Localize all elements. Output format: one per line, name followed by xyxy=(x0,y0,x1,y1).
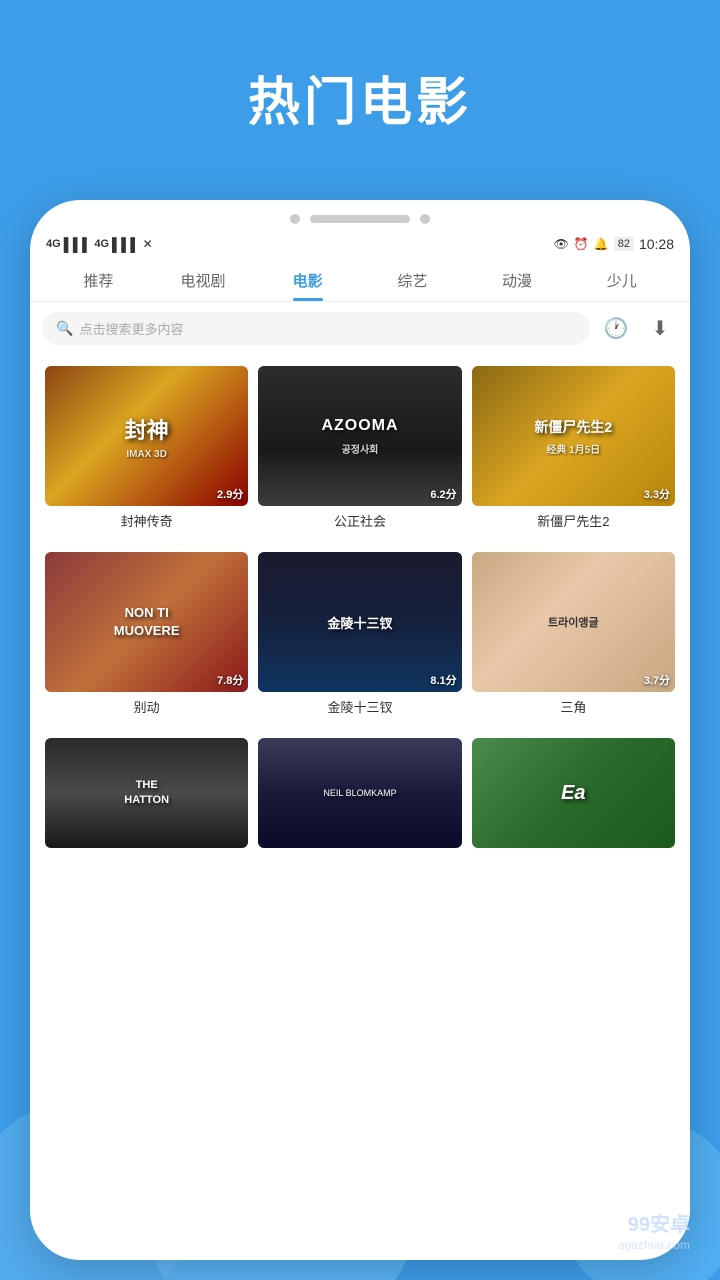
tab-kids[interactable]: 少儿 xyxy=(569,258,674,301)
poster-overlay-6: 트라이앵글 xyxy=(472,552,675,692)
history-button[interactable]: 🕐 xyxy=(598,310,634,346)
search-bar: 🔍 点击搜索更多内容 🕐 ⬇ xyxy=(30,302,690,354)
movie-poster-6: 트라이앵글 3.7分 xyxy=(472,552,675,692)
movie-grid-row3: THEHATTON NEIL BLOMKAMP Ea xyxy=(30,726,690,858)
signal-bars: ▌▌▌ xyxy=(64,237,92,252)
movie-poster-4: NON TIMUOVERE 7.8分 xyxy=(45,552,248,692)
movie-score-1: 2.9分 xyxy=(217,486,243,502)
movie-item-2[interactable]: AZOOMA 공정사회 6.2分 公正社会 xyxy=(253,362,466,540)
tab-movie[interactable]: 电影 xyxy=(255,258,360,301)
signal-text2: 4G xyxy=(94,238,109,250)
movie-poster-2: AZOOMA 공정사회 6.2分 xyxy=(258,366,461,506)
phone-dot-left xyxy=(290,214,300,224)
movie-title-4: 别动 xyxy=(45,697,248,716)
tab-tv[interactable]: 电视剧 xyxy=(151,258,256,301)
phone-dot-right xyxy=(420,214,430,224)
no-signal-icon: ✕ xyxy=(143,237,153,251)
movie-grid-row1: 封神 IMAX 3D 2.9分 封神传奇 AZOOMA 공정사회 6.2分 公正… xyxy=(30,354,690,540)
movie-title-1: 封神传奇 xyxy=(45,511,248,530)
poster-overlay-3: 新僵尸先生2 经典 1月5日 xyxy=(472,366,675,506)
poster-overlay-8: NEIL BLOMKAMP xyxy=(258,738,461,848)
poster-overlay-1: 封神 IMAX 3D xyxy=(45,366,248,506)
search-placeholder: 点击搜索更多内容 xyxy=(79,319,183,338)
tab-variety[interactable]: 综艺 xyxy=(360,258,465,301)
tabs: 推荐 电视剧 电影 综艺 动漫 少儿 xyxy=(30,258,690,302)
phone-speaker xyxy=(310,215,410,223)
status-right: 👁 ⏰ 🔔 82 10:28 xyxy=(554,236,674,252)
tab-recommend[interactable]: 推荐 xyxy=(46,258,151,301)
movie-title-2: 公正社会 xyxy=(258,511,461,530)
movie-score-4: 7.8分 xyxy=(217,672,243,688)
movie-item-5[interactable]: 金陵十三钗 8.1分 金陵十三钗 xyxy=(253,548,466,726)
movie-poster-1: 封神 IMAX 3D 2.9分 xyxy=(45,366,248,506)
tab-anime[interactable]: 动漫 xyxy=(465,258,570,301)
signal-bars2: ▌▌▌ xyxy=(112,237,140,252)
movie-poster-3: 新僵尸先生2 经典 1月5日 3.3分 xyxy=(472,366,675,506)
movie-poster-8: NEIL BLOMKAMP xyxy=(258,738,461,848)
movie-title-6: 三角 xyxy=(472,697,675,716)
movie-poster-7: THEHATTON xyxy=(45,738,248,848)
movie-grid-row2: NON TIMUOVERE 7.8分 别动 金陵十三钗 8.1分 金陵十三钗 xyxy=(30,540,690,726)
time-display: 10:28 xyxy=(639,236,674,252)
movie-item-4[interactable]: NON TIMUOVERE 7.8分 别动 xyxy=(40,548,253,726)
app-content: 推荐 电视剧 电影 综艺 动漫 少儿 🔍 点击搜索更多内容 🕐 ⬇ 封神 xyxy=(30,258,690,858)
mute-icon: 🔔 xyxy=(594,237,609,251)
movie-title-5: 金陵十三钗 xyxy=(258,697,461,716)
status-left: 4G ▌▌▌ 4G ▌▌▌ ✕ xyxy=(46,237,153,252)
movie-item-1[interactable]: 封神 IMAX 3D 2.9分 封神传奇 xyxy=(40,362,253,540)
eye-icon: 👁 xyxy=(554,237,569,251)
poster-overlay-5: 金陵十三钗 xyxy=(258,552,461,692)
movie-item-8[interactable]: NEIL BLOMKAMP xyxy=(253,734,466,858)
movie-item-3[interactable]: 新僵尸先生2 经典 1月5日 3.3分 新僵尸先生2 xyxy=(467,362,680,540)
status-bar: 4G ▌▌▌ 4G ▌▌▌ ✕ 👁 ⏰ 🔔 82 10:28 xyxy=(30,232,690,258)
phone-top-bar xyxy=(30,200,690,232)
movie-poster-9: Ea xyxy=(472,738,675,848)
movie-score-5: 8.1分 xyxy=(430,672,456,688)
alarm-icon: ⏰ xyxy=(574,237,589,251)
movie-item-7[interactable]: THEHATTON xyxy=(40,734,253,858)
search-icon: 🔍 xyxy=(56,320,73,337)
page-title: 热门电影 xyxy=(0,0,720,165)
movie-item-6[interactable]: 트라이앵글 3.7分 三角 xyxy=(467,548,680,726)
watermark: 99安卓 agazhuo.com xyxy=(618,1212,690,1252)
movie-score-2: 6.2分 xyxy=(430,486,456,502)
phone-frame: 4G ▌▌▌ 4G ▌▌▌ ✕ 👁 ⏰ 🔔 82 10:28 推荐 电视剧 电影… xyxy=(30,200,690,1260)
battery-badge: 82 xyxy=(614,237,634,251)
movie-score-6: 3.7分 xyxy=(644,672,670,688)
poster-overlay-9: Ea xyxy=(472,738,675,848)
download-button[interactable]: ⬇ xyxy=(642,310,678,346)
movie-item-9[interactable]: Ea xyxy=(467,734,680,858)
search-input-wrapper[interactable]: 🔍 点击搜索更多内容 xyxy=(42,312,590,345)
movie-score-3: 3.3分 xyxy=(644,486,670,502)
movie-title-3: 新僵尸先生2 xyxy=(472,511,675,530)
signal-text: 4G xyxy=(46,238,61,250)
poster-overlay-4: NON TIMUOVERE xyxy=(45,552,248,692)
poster-overlay-2: AZOOMA 공정사회 xyxy=(258,366,461,506)
poster-overlay-7: THEHATTON xyxy=(45,738,248,848)
movie-poster-5: 金陵十三钗 8.1分 xyxy=(258,552,461,692)
